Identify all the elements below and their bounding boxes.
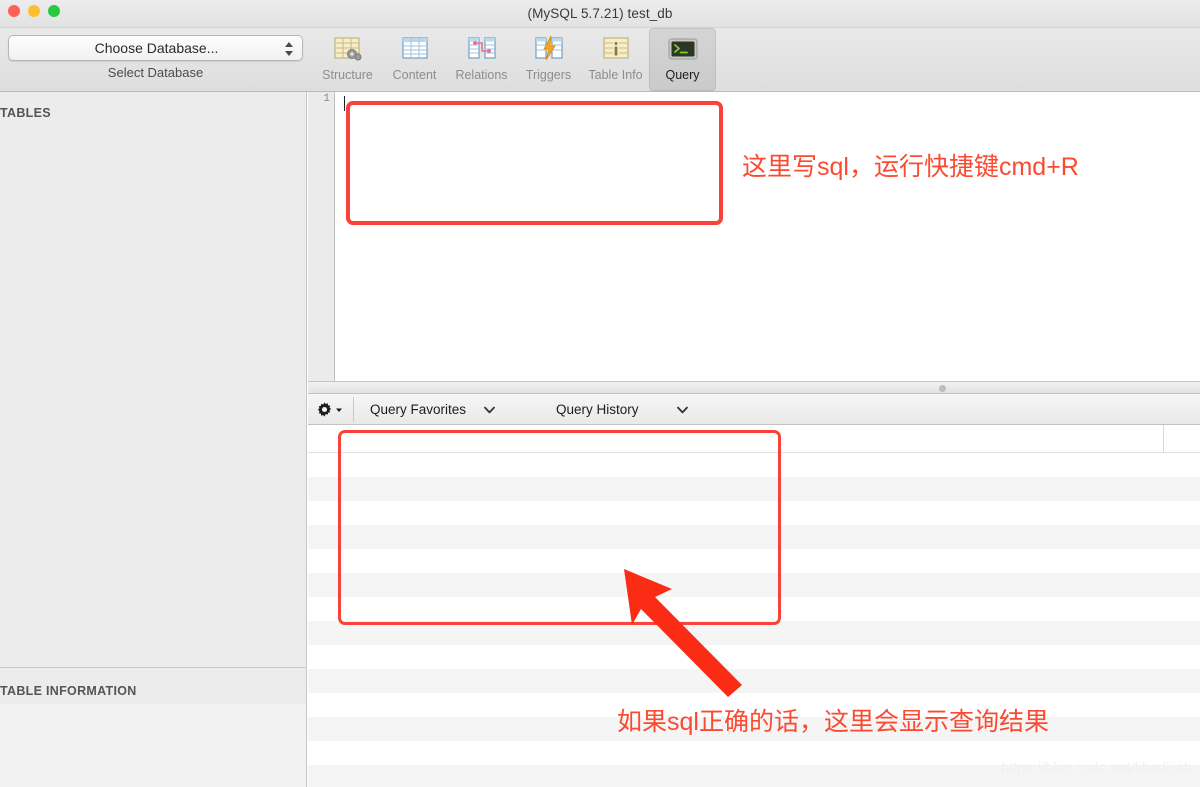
editor-gutter: 1: [308, 92, 335, 381]
pane-splitter[interactable]: [308, 381, 1200, 394]
toolbar-item-label: Triggers: [526, 68, 571, 82]
table-row[interactable]: [308, 453, 1200, 477]
column-divider[interactable]: [1163, 425, 1164, 452]
annotation-text-sql-editor: 这里写sql，运行快捷键cmd+R: [742, 147, 1079, 183]
text-caret: [344, 96, 345, 111]
sql-editor-pane[interactable]: 1: [308, 92, 1200, 381]
title-bar: (MySQL 5.7.21) test_db: [0, 0, 1200, 28]
toolbar-item-triggers[interactable]: Triggers: [515, 28, 582, 91]
table-row[interactable]: [308, 669, 1200, 693]
table-row[interactable]: [308, 549, 1200, 573]
toolbar-item-label: Relations: [455, 68, 507, 82]
table-row[interactable]: [308, 645, 1200, 669]
query-terminal-icon: [666, 32, 700, 66]
sidebar-table-information-header: TABLE INFORMATION: [0, 678, 307, 704]
query-favorites-menu[interactable]: Query Favorites: [370, 394, 495, 425]
table-row[interactable]: [308, 597, 1200, 621]
chevron-down-icon: [335, 406, 343, 414]
query-history-menu[interactable]: Query History: [556, 394, 688, 425]
query-history-label: Query History: [556, 402, 639, 417]
toolbar-item-label: Structure: [322, 68, 373, 82]
annotation-text-results: 如果sql正确的话，这里会显示查询结果: [617, 702, 1049, 738]
table-row[interactable]: [308, 573, 1200, 597]
sql-editor-input[interactable]: [336, 92, 1200, 381]
toolbar-item-label: Query: [665, 68, 699, 82]
splitter-grip-icon[interactable]: [939, 385, 946, 392]
window-title: (MySQL 5.7.21) test_db: [0, 0, 1200, 28]
sidebar-tables-header: TABLES: [0, 100, 307, 126]
query-actions-bar: Query Favorites Query History: [308, 394, 1200, 425]
query-favorites-label: Query Favorites: [370, 402, 466, 417]
query-gear-menu-button[interactable]: [316, 399, 350, 420]
select-database-caption: Select Database: [8, 65, 303, 80]
table-content-icon: [398, 32, 432, 66]
sidebar-tables-list[interactable]: [0, 126, 306, 667]
chevron-down-icon: [677, 406, 688, 414]
table-triggers-icon: [532, 32, 566, 66]
sidebar-table-information-body: [0, 704, 306, 787]
editor-line-number: 1: [323, 93, 330, 105]
toolbar-item-table-info[interactable]: Table Info: [582, 28, 649, 91]
sequel-pro-window: (MySQL 5.7.21) test_db Choose Database..…: [0, 0, 1200, 787]
watermark: https://blog.csdn.net/khadijiah: [1001, 759, 1192, 775]
table-header-row[interactable]: [308, 425, 1200, 449]
database-chooser[interactable]: Choose Database...: [8, 35, 303, 61]
gear-icon: [316, 401, 333, 418]
table-relations-icon: [465, 32, 499, 66]
table-row[interactable]: [308, 621, 1200, 645]
table-row[interactable]: [308, 501, 1200, 525]
toolbar: Choose Database... Select Database: [0, 28, 1200, 92]
toolbar-item-structure[interactable]: Structure: [314, 28, 381, 91]
database-chooser-value: Choose Database...: [9, 36, 304, 60]
toolbar-item-relations[interactable]: Relations: [448, 28, 515, 91]
table-info-icon: [599, 32, 633, 66]
chevron-down-icon: [484, 406, 495, 414]
table-structure-icon: [331, 32, 365, 66]
table-row[interactable]: [308, 477, 1200, 501]
table-row[interactable]: [308, 525, 1200, 549]
toolbar-items: Structure Content: [314, 28, 716, 91]
toolbar-item-label: Table Info: [588, 68, 642, 82]
query-bar-separator: [353, 397, 354, 422]
toolbar-item-content[interactable]: Content: [381, 28, 448, 91]
sidebar: TABLES TABLE INFORMATION: [0, 92, 307, 787]
toolbar-item-label: Content: [393, 68, 437, 82]
chevron-updown-icon: [283, 40, 295, 58]
toolbar-item-query[interactable]: Query: [649, 28, 716, 91]
sidebar-divider: [0, 667, 306, 668]
